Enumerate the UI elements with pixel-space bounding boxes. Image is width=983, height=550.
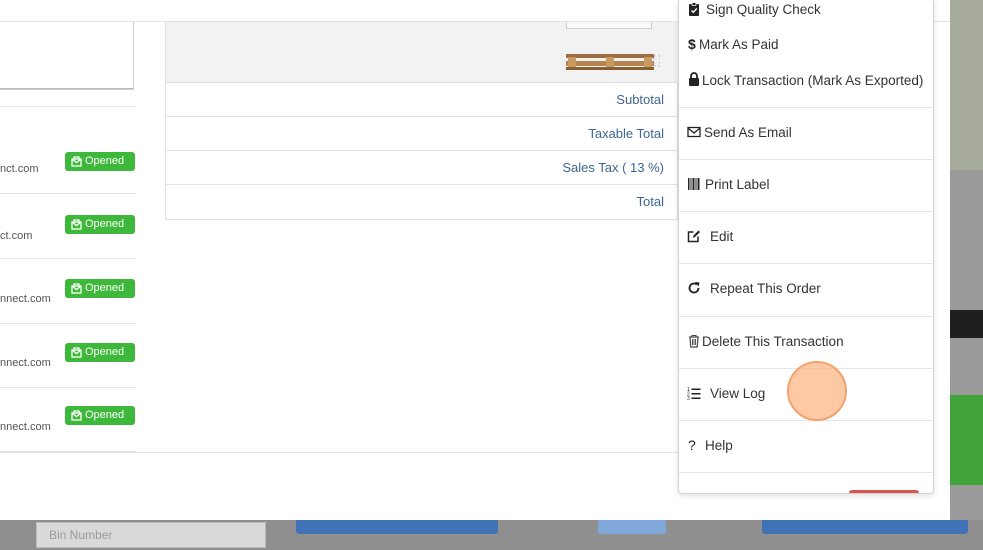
- email-row: nnect.com Opened: [0, 388, 136, 452]
- background-search-input: Bin Number: [36, 522, 266, 548]
- menu-item-label: Repeat This Order: [710, 281, 821, 296]
- email-address: nnect.com: [0, 421, 51, 433]
- opened-badge: Opened: [65, 279, 135, 298]
- menu-item-lock-transaction[interactable]: Lock Transaction (Mark As Exported): [679, 66, 933, 94]
- opened-badge: Opened: [65, 215, 135, 234]
- product-image-row: [166, 22, 678, 83]
- menu-item-label: Delete This Transaction: [702, 334, 844, 349]
- notes-box: [0, 22, 134, 90]
- envelope-open-icon: [71, 219, 82, 230]
- refresh-icon: [688, 282, 700, 294]
- menu-item-delete-this-transaction[interactable]: Delete This Transaction: [679, 327, 933, 355]
- background-footer: Bin Number: [0, 520, 983, 550]
- menu-item-sign-quality-check[interactable]: Sign Quality Check: [679, 0, 933, 22]
- partially-visible-button[interactable]: [849, 490, 919, 493]
- menu-item-repeat-this-order[interactable]: Repeat This Order: [679, 274, 933, 302]
- menu-item-label: Mark As Paid: [699, 37, 779, 52]
- svg-text:3: 3: [687, 396, 690, 400]
- menu-item-label: View Log: [710, 386, 766, 401]
- email-history-panel: nct.com Opened ct.com Opened nnect.com O…: [0, 22, 136, 452]
- email-row: nnect.com Opened: [0, 324, 136, 388]
- taxable-total-row: Taxable Total: [166, 117, 678, 151]
- barcode-icon: [688, 178, 700, 190]
- menu-item-label: Print Label: [705, 177, 770, 192]
- product-thumbnail: [566, 22, 652, 29]
- envelope-open-icon: [71, 156, 82, 167]
- sales-tax-row: Sales Tax ( 13 %): [166, 151, 678, 185]
- menu-item-help[interactable]: ? Help: [679, 431, 933, 459]
- envelope-open-icon: [71, 347, 82, 358]
- email-row: ct.com Opened: [0, 195, 136, 259]
- divider: [0, 106, 136, 107]
- background-button: [762, 520, 968, 534]
- totals-table: Subtotal Taxable Total Sales Tax ( 13 %)…: [165, 22, 678, 220]
- badge-label: Opened: [85, 155, 125, 167]
- menu-item-mark-as-paid[interactable]: $ Mark As Paid: [679, 30, 933, 58]
- envelope-open-icon: [71, 410, 82, 421]
- background-sidebar: [950, 0, 983, 520]
- total-label: Total: [636, 194, 664, 209]
- subtotal-row: Subtotal: [166, 83, 678, 117]
- menu-divider: [679, 159, 933, 160]
- subtotal-label: Subtotal: [616, 92, 664, 107]
- envelope-icon: [687, 126, 701, 138]
- badge-label: Opened: [85, 346, 125, 358]
- menu-divider: [679, 107, 933, 108]
- badge-label: Opened: [85, 282, 125, 294]
- taxable-total-label: Taxable Total: [588, 126, 664, 141]
- email-address: ct.com: [0, 230, 33, 242]
- menu-item-edit[interactable]: Edit: [679, 222, 933, 250]
- sales-tax-label: Sales Tax ( 13 %): [562, 160, 664, 175]
- menu-item-label: Edit: [710, 229, 734, 244]
- question-icon: ?: [688, 437, 696, 453]
- edit-icon: [687, 230, 700, 243]
- menu-item-send-as-email[interactable]: Send As Email: [679, 118, 933, 146]
- email-address: nnect.com: [0, 293, 51, 305]
- trash-icon: [689, 334, 699, 348]
- opened-badge: Opened: [65, 152, 135, 171]
- background-button: [296, 520, 498, 534]
- modal-footer-divider: [0, 452, 680, 453]
- menu-divider: [679, 211, 933, 212]
- click-indicator: [787, 361, 847, 421]
- menu-divider: [679, 263, 933, 264]
- clipboard-check-icon: [689, 2, 699, 16]
- opened-badge: Opened: [65, 406, 135, 425]
- email-row: nnect.com Opened: [0, 260, 136, 324]
- menu-divider: [679, 472, 933, 473]
- ordered-list-icon: 123: [687, 387, 701, 400]
- badge-label: Opened: [85, 409, 125, 421]
- menu-item-label: Send As Email: [704, 125, 792, 140]
- envelope-open-icon: [71, 283, 82, 294]
- background-button: [598, 520, 666, 534]
- email-row: nct.com Opened: [0, 130, 136, 194]
- menu-item-label: Help: [705, 438, 733, 453]
- pallet-image: [566, 54, 660, 70]
- lock-icon: [689, 72, 699, 86]
- opened-badge: Opened: [65, 343, 135, 362]
- email-address: nnect.com: [0, 357, 51, 369]
- menu-divider: [679, 316, 933, 317]
- menu-item-label: Sign Quality Check: [706, 2, 821, 17]
- menu-item-label: Lock Transaction (Mark As Exported): [702, 73, 924, 88]
- email-address: nct.com: [0, 163, 39, 175]
- total-row: Total: [166, 185, 678, 219]
- badge-label: Opened: [85, 218, 125, 230]
- menu-divider: [679, 420, 933, 421]
- actions-dropdown-menu: Sign Quality Check $ Mark As Paid Lock T…: [678, 0, 934, 494]
- menu-item-print-label[interactable]: Print Label: [679, 170, 933, 198]
